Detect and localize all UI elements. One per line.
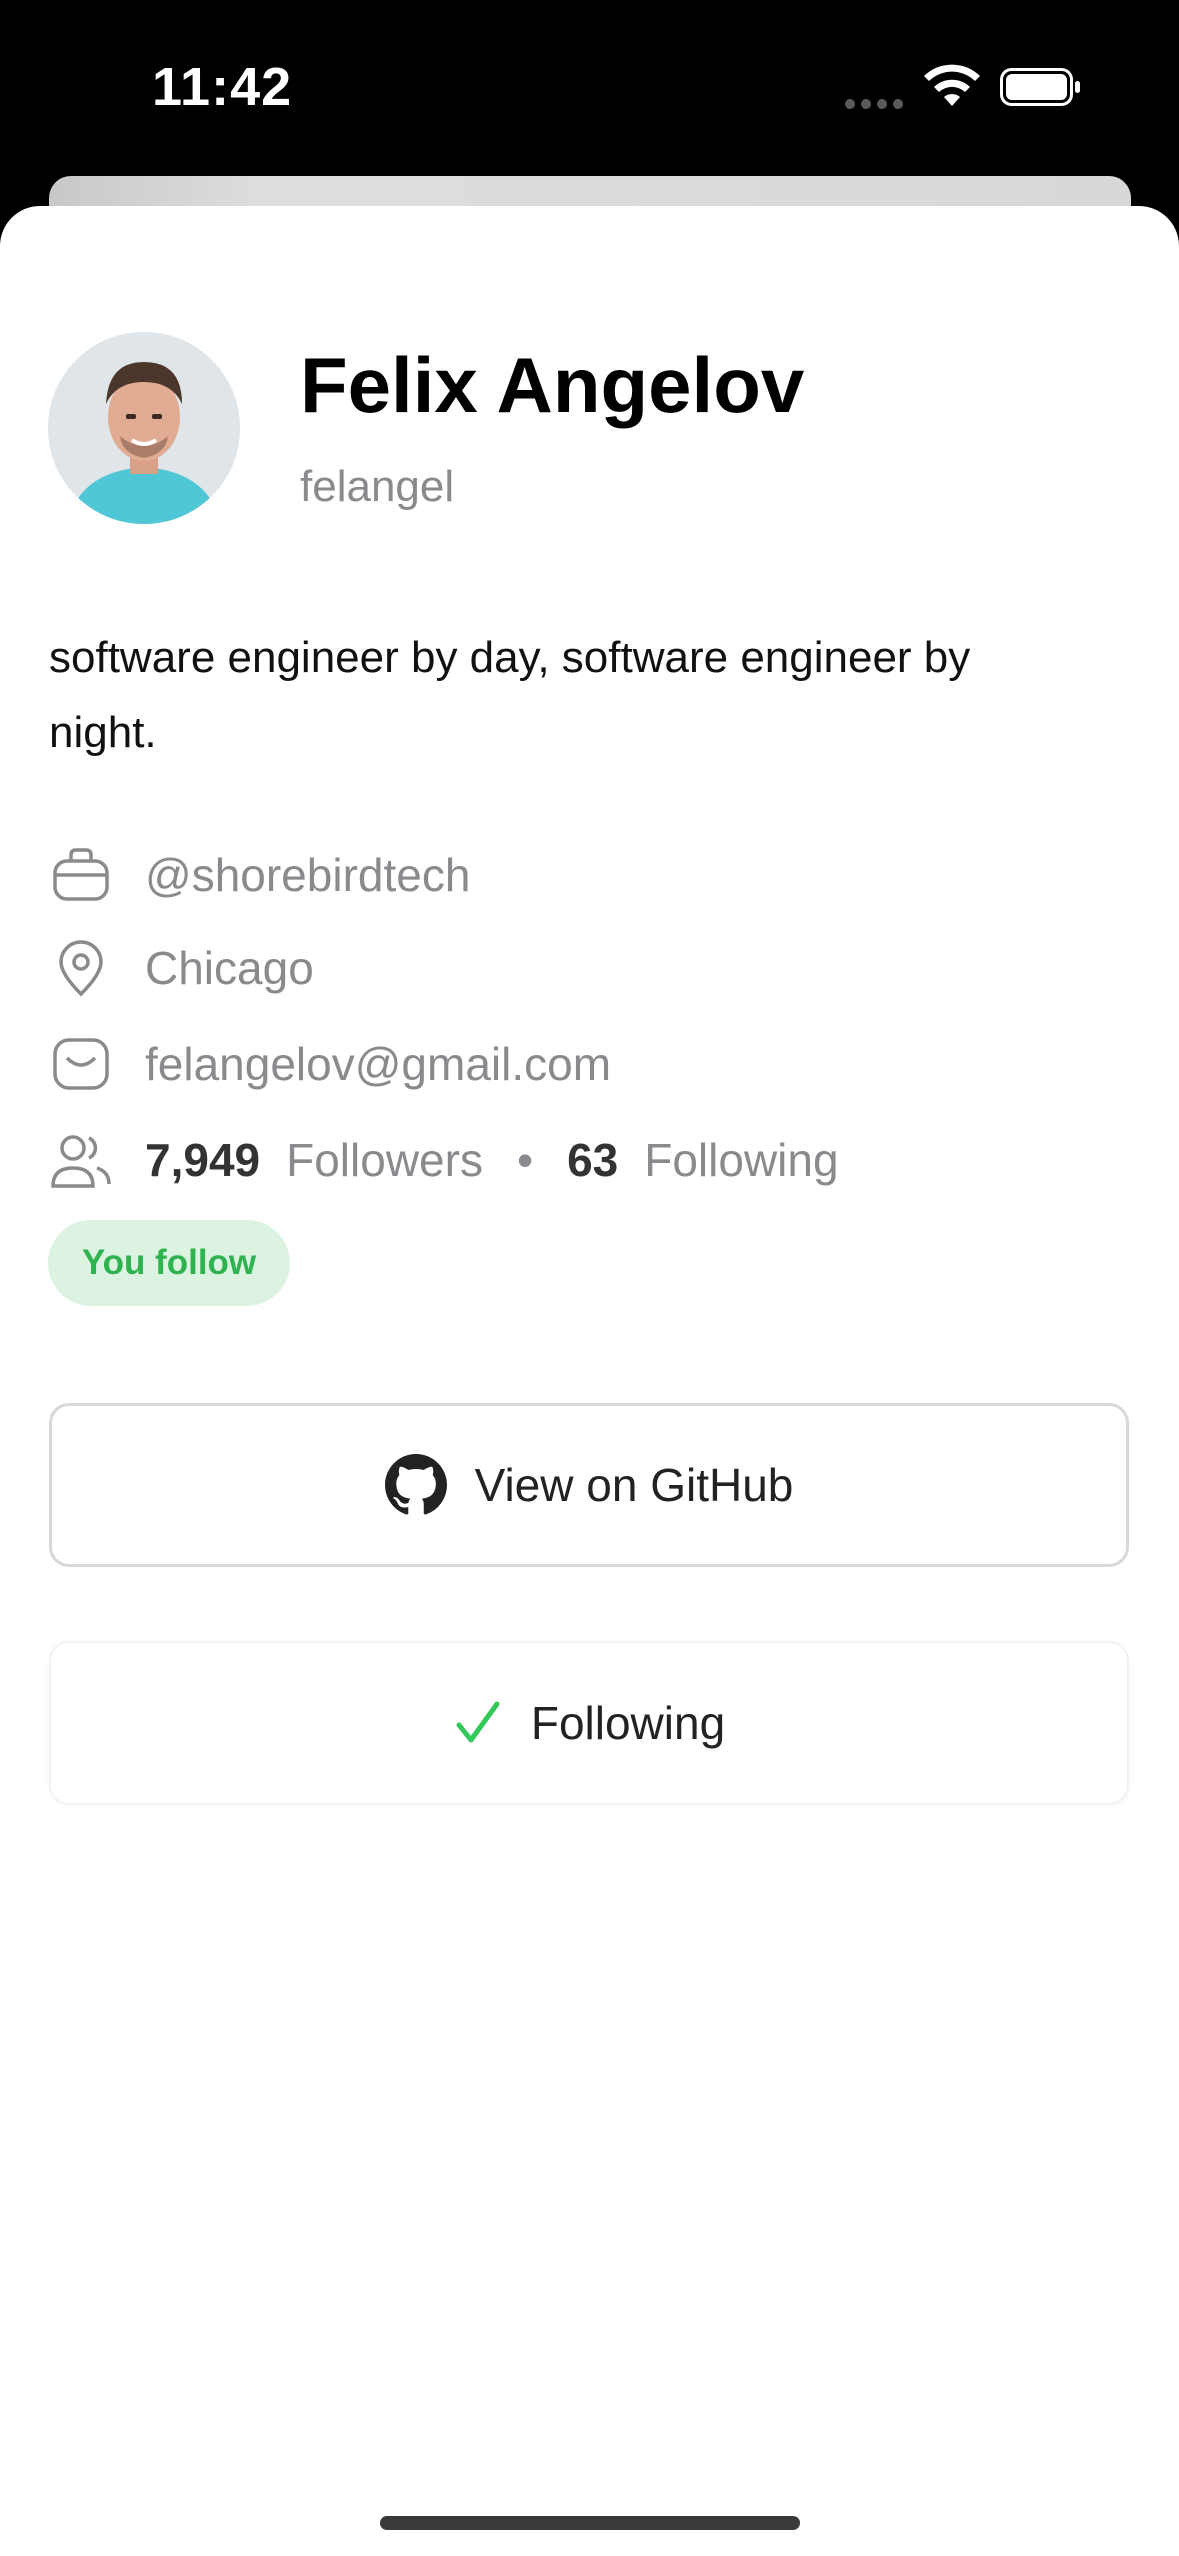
location-row: Chicago (49, 928, 314, 1008)
separator-dot: • (516, 1134, 534, 1186)
status-time: 11:42 (152, 57, 293, 117)
company-text[interactable]: @shorebirdtech (145, 848, 470, 902)
battery-icon (1000, 68, 1080, 106)
location-text: Chicago (145, 942, 314, 994)
wifi-icon (924, 64, 980, 106)
company-row: @shorebirdtech (49, 835, 470, 915)
checkmark-icon (453, 1698, 503, 1748)
you-follow-badge: You follow (48, 1220, 290, 1306)
people-icon (49, 1128, 113, 1192)
briefcase-icon (49, 843, 113, 907)
following-count[interactable]: 63 (567, 1133, 618, 1187)
profile-bio: software engineer by day, software engin… (49, 633, 971, 757)
following-button[interactable]: Following (49, 1641, 1129, 1805)
mail-icon (49, 1032, 113, 1096)
profile-name: Felix Angelov (300, 341, 805, 429)
github-button-label: View on GitHub (474, 1459, 794, 1511)
email-row: felangelov@gmail.com (49, 1024, 611, 1104)
profile-sheet (0, 206, 1179, 2556)
home-indicator[interactable] (380, 2516, 800, 2530)
following-button-label: Following (530, 1697, 726, 1749)
followers-row: 7,949 Followers • 63 Following (49, 1120, 839, 1200)
profile-username: felangel (300, 462, 455, 511)
email-text[interactable]: felangelov@gmail.com (145, 1037, 611, 1091)
github-icon (384, 1454, 447, 1516)
followers-count[interactable]: 7,949 (145, 1133, 260, 1187)
avatar (48, 332, 240, 524)
followers-label[interactable]: Followers (286, 1133, 483, 1187)
view-on-github-button[interactable]: View on GitHub (49, 1403, 1129, 1567)
location-pin-icon (49, 936, 113, 1000)
cellular-signal-icon (845, 96, 909, 114)
status-bar: 11:42 (0, 0, 1179, 180)
following-label[interactable]: Following (644, 1133, 838, 1187)
